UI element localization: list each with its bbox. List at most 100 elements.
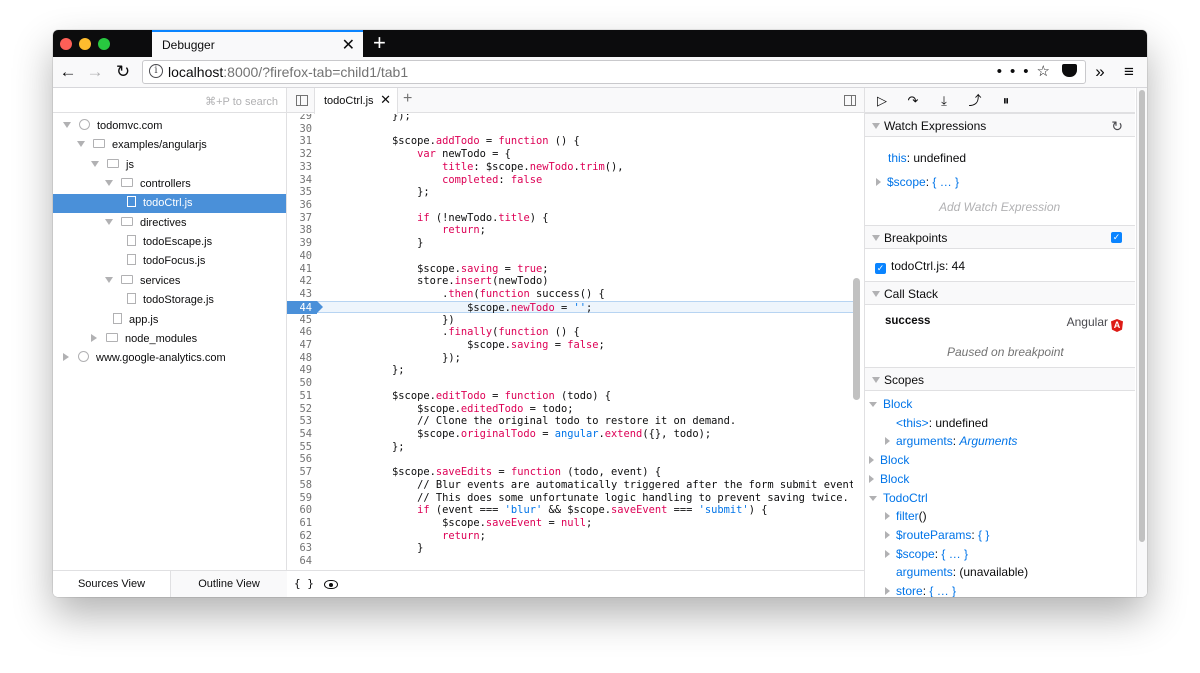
code-line[interactable]: 35 }; <box>287 186 853 199</box>
tree-item[interactable]: todoFocus.js <box>53 252 286 271</box>
pause-on-exceptions-icon[interactable]: ⏸ <box>997 92 1015 110</box>
code-line[interactable]: 45 }) <box>287 314 853 327</box>
line-number[interactable]: 63 <box>287 542 312 555</box>
add-watch-expression-input[interactable]: Add Watch Expression <box>939 200 1060 214</box>
line-number[interactable]: 46 <box>287 326 312 339</box>
line-number[interactable]: 57 <box>287 466 312 479</box>
site-info-icon[interactable]: i <box>149 64 163 78</box>
refresh-icon[interactable]: ↻ <box>1111 118 1123 135</box>
tree-item[interactable]: todomvc.com <box>53 117 286 136</box>
scope-property[interactable]: arguments: (unavailable) <box>896 565 1028 579</box>
close-tab-icon[interactable]: ✕ <box>342 35 355 55</box>
code-line[interactable]: 63 } <box>287 542 853 555</box>
line-number[interactable]: 59 <box>287 492 312 505</box>
code-line[interactable]: 30 <box>287 123 853 136</box>
breakpoints-header[interactable]: Breakpoints ✓ <box>865 225 1135 249</box>
panel-scrollbar[interactable] <box>1136 88 1147 597</box>
line-number[interactable]: 32 <box>287 148 312 161</box>
code-line[interactable]: 29 }); <box>287 114 853 123</box>
forward-button[interactable]: → <box>84 61 106 83</box>
code-line[interactable]: 50 <box>287 377 853 390</box>
tree-item[interactable]: todoEscape.js <box>53 233 286 252</box>
collapse-arrow-icon[interactable] <box>77 141 85 148</box>
code-line[interactable]: 54 $scope.originalTodo = angular.extend(… <box>287 428 853 441</box>
bookmark-star-icon[interactable]: ☆ <box>1037 63 1058 80</box>
back-button[interactable]: ← <box>57 61 79 83</box>
code-line[interactable]: 40 <box>287 250 853 263</box>
line-number[interactable]: 30 <box>287 123 312 136</box>
breakpoint-item[interactable]: ✓ todoCtrl.js: 44 <box>875 259 965 274</box>
add-editor-tab-icon[interactable]: + <box>403 90 412 108</box>
call-stack-header[interactable]: Call Stack <box>865 281 1135 305</box>
browser-tab[interactable]: Debugger ✕ <box>152 30 363 57</box>
code-line[interactable]: 49 }; <box>287 364 853 377</box>
line-number[interactable]: 39 <box>287 237 312 250</box>
expand-arrow-icon[interactable] <box>869 456 874 465</box>
collapse-arrow-icon[interactable] <box>105 276 113 283</box>
collapse-arrow-icon[interactable] <box>105 218 113 225</box>
resume-icon[interactable]: ▷ <box>873 92 891 110</box>
scope-property[interactable]: store: { … } <box>885 584 956 597</box>
code-line[interactable]: 52 $scope.editedTodo = todo; <box>287 403 853 416</box>
line-number[interactable]: 43 <box>287 288 312 301</box>
window-minimize-button[interactable] <box>79 38 91 50</box>
code-line[interactable]: 58 // Blur events are automatically trig… <box>287 479 853 492</box>
panel-scrollbar-thumb[interactable] <box>1139 90 1145 542</box>
line-number[interactable]: 61 <box>287 517 312 530</box>
url-bar[interactable]: i localhost:8000/?firefox-tab=child1/tab… <box>142 60 1086 84</box>
line-number[interactable]: 33 <box>287 161 312 174</box>
breakpoint-checkbox[interactable]: ✓ <box>875 263 886 274</box>
scopes-header[interactable]: Scopes <box>865 367 1135 391</box>
code-line[interactable]: 42 store.insert(newTodo) <box>287 275 853 288</box>
tree-item[interactable]: js <box>53 156 286 175</box>
reload-button[interactable]: ↻ <box>112 61 134 83</box>
call-stack-frame[interactable]: success <box>885 315 930 327</box>
watch-expressions-header[interactable]: Watch Expressions ↻ <box>865 113 1135 137</box>
expand-icon[interactable] <box>876 178 881 186</box>
line-number[interactable]: 48 <box>287 352 312 365</box>
code-line[interactable]: 46 .finally(function () { <box>287 326 853 339</box>
scope-block[interactable]: TodoCtrl <box>869 491 928 505</box>
collapse-arrow-icon[interactable] <box>869 402 877 407</box>
tree-item[interactable]: www.google-analytics.com <box>53 349 286 368</box>
line-number[interactable]: 56 <box>287 453 312 466</box>
window-close-button[interactable] <box>60 38 72 50</box>
code-line[interactable]: 60 if (event === 'blur' && $scope.saveEv… <box>287 504 853 517</box>
tree-item[interactable]: todoStorage.js <box>53 291 286 310</box>
tree-item[interactable]: controllers <box>53 175 286 194</box>
code-line[interactable]: 48 }); <box>287 352 853 365</box>
line-number[interactable]: 52 <box>287 403 312 416</box>
scope-property[interactable]: $routeParams: { } <box>885 528 989 542</box>
scope-property[interactable]: filter() <box>885 509 927 523</box>
line-number[interactable]: 60 <box>287 504 312 517</box>
line-number[interactable]: 49 <box>287 364 312 377</box>
code-line[interactable]: 55 }; <box>287 441 853 454</box>
code-line[interactable]: 38 return; <box>287 224 853 237</box>
code-line[interactable]: 31 $scope.addTodo = function () { <box>287 135 853 148</box>
line-number[interactable]: 64 <box>287 555 312 568</box>
line-number[interactable]: 38 <box>287 224 312 237</box>
code-line[interactable]: 61 $scope.saveEvent = null; <box>287 517 853 530</box>
line-number[interactable]: 29 <box>287 114 312 123</box>
toggle-sources-sidebar-icon[interactable] <box>296 95 308 106</box>
eye-icon[interactable] <box>324 580 338 589</box>
line-number[interactable]: 45 <box>287 314 312 327</box>
editor-scrollbar[interactable] <box>853 278 860 400</box>
scope-property[interactable]: $scope: { … } <box>885 547 968 561</box>
hamburger-menu-icon[interactable]: ≡ <box>1118 61 1140 83</box>
code-line-breakpoint[interactable]: 44 $scope.newTodo = ''; <box>287 300 853 314</box>
line-number[interactable]: 51 <box>287 390 312 403</box>
watch-item-scope[interactable]: $scope: { … } <box>876 175 959 189</box>
pocket-icon[interactable] <box>1062 64 1077 77</box>
line-number[interactable]: 58 <box>287 479 312 492</box>
line-number[interactable]: 62 <box>287 530 312 543</box>
toggle-all-breakpoints-checkbox[interactable]: ✓ <box>1111 232 1122 243</box>
url-text[interactable]: localhost:8000/?firefox-tab=child1/tab1 <box>168 64 408 80</box>
tree-item[interactable]: app.js <box>53 311 286 330</box>
close-editor-tab-icon[interactable]: ✕ <box>380 92 391 108</box>
tab-outline-view[interactable]: Outline View <box>170 571 287 597</box>
search-shortcut-hint[interactable]: ⌘+P to search <box>205 95 278 108</box>
collapse-arrow-icon[interactable] <box>63 122 71 128</box>
expand-arrow-icon[interactable] <box>869 474 874 483</box>
scope-property[interactable]: arguments: Arguments <box>885 434 1017 448</box>
